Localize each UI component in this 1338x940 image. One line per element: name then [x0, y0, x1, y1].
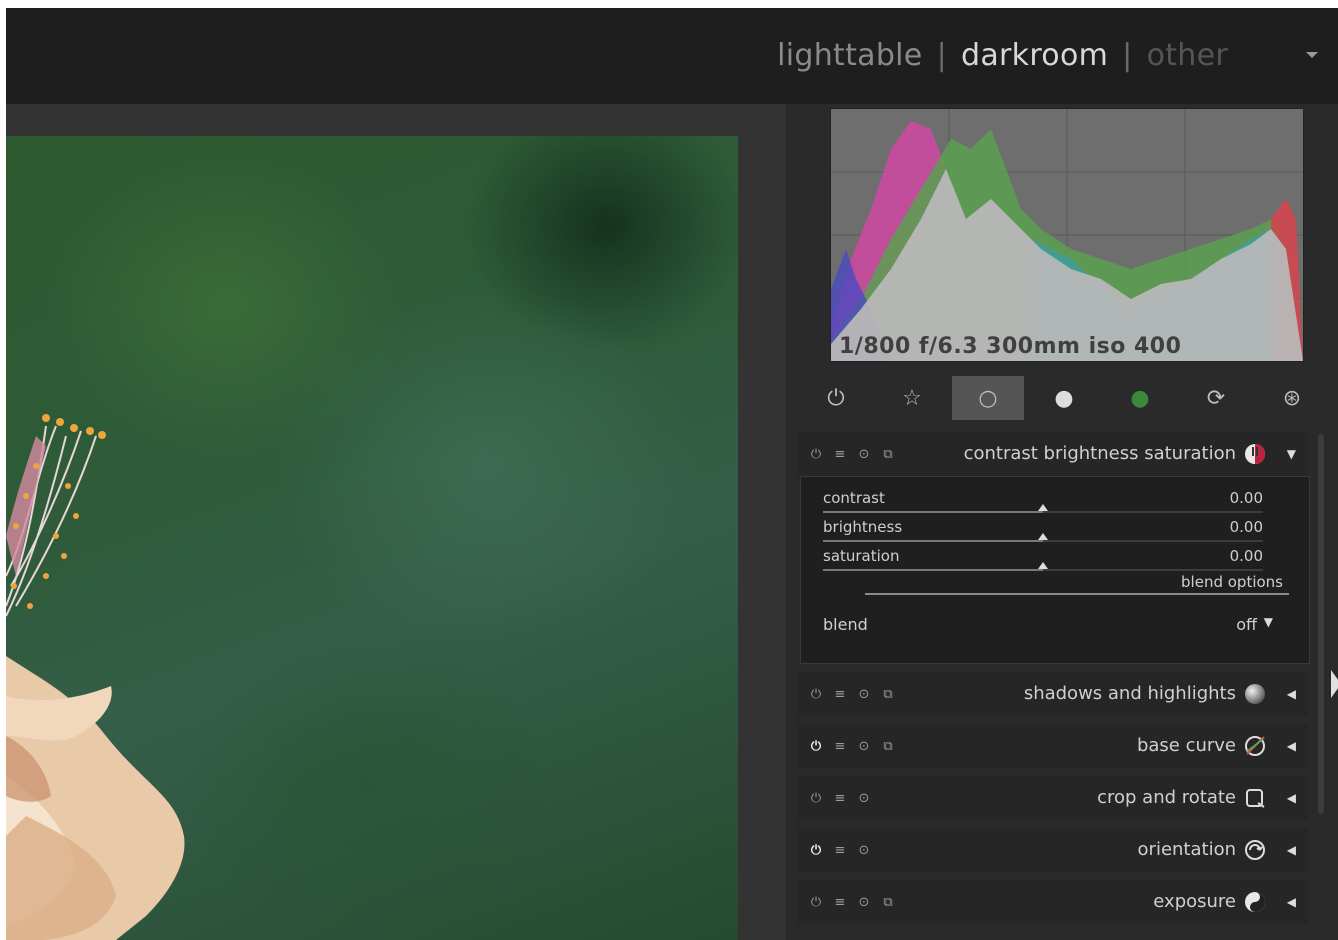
orientation-icon [1245, 840, 1265, 860]
blend-mode-select[interactable]: off [1236, 615, 1257, 634]
panel-collapse-arrow-icon[interactable] [1331, 670, 1338, 698]
module-presets-icon[interactable]: ≡ [828, 843, 852, 858]
module-power-icon[interactable]: ⏻ [804, 739, 828, 754]
module-reset-icon[interactable]: ⊙ [852, 843, 876, 858]
module-header-exposure[interactable]: ⏻ ≡ ⊙ ⧉ exposure ◀ [798, 880, 1308, 924]
module-power-icon[interactable]: ⏻ [804, 895, 828, 910]
module-header-orientation[interactable]: ⏻ ≡ ⊙ orientation ◀ [798, 828, 1308, 872]
module-multi-instance-icon[interactable]: ⧉ [876, 739, 900, 754]
views-dropdown-icon[interactable] [1306, 52, 1318, 58]
module-name: crop and rotate [1097, 787, 1236, 808]
view-switcher: lighttable | darkroom | other [777, 38, 1228, 73]
module-flags: ⏻ ≡ ⊙ ⧉ [804, 724, 900, 768]
module-reset-icon[interactable]: ⊙ [852, 687, 876, 702]
module-reset-icon[interactable]: ⊙ [852, 791, 876, 806]
expand-arrow-icon[interactable]: ◀ [1287, 880, 1296, 924]
view-lighttable[interactable]: lighttable [777, 38, 922, 73]
slider-fill [823, 569, 1043, 571]
slider-brightness[interactable]: brightness 0.00 [823, 516, 1263, 542]
view-separator: | [936, 38, 947, 73]
module-flags: ⏻ ≡ ⊙ [804, 828, 876, 872]
module-header-shadows-and-highlights[interactable]: ⏻ ≡ ⊙ ⧉ shadows and highlights ◀ [798, 672, 1308, 716]
blend-label: blend [823, 615, 868, 634]
expand-arrow-icon[interactable]: ◀ [1287, 672, 1296, 716]
slider-label: brightness [823, 518, 903, 536]
module-multi-instance-icon[interactable]: ⧉ [876, 447, 900, 462]
slider-value: 0.00 [1229, 489, 1263, 507]
module-flags: ⏻ ≡ ⊙ [804, 776, 876, 820]
slider-label: saturation [823, 547, 900, 565]
module-name: shadows and highlights [1023, 683, 1236, 704]
module-presets-icon[interactable]: ≡ [828, 447, 852, 462]
module-header-contrast-brightness-saturation[interactable]: ⏻ ≡ ⊙ ⧉ contrast brightness saturation ▼ [798, 432, 1308, 476]
shadows-highlights-icon [1245, 684, 1265, 704]
slider-label: contrast [823, 489, 885, 507]
module-power-icon[interactable]: ⏻ [804, 791, 828, 806]
center-view [6, 104, 786, 940]
expand-arrow-icon[interactable]: ◀ [1287, 776, 1296, 820]
module-name: base curve [1136, 735, 1236, 756]
blend-options-label: blend options [1181, 573, 1283, 591]
group-effects-aperture-icon[interactable]: ⊛ [1256, 376, 1328, 420]
exif-info: 1/800 f/6.3 300mm iso 400 [839, 334, 1182, 359]
module-reset-icon[interactable]: ⊙ [852, 895, 876, 910]
module-presets-icon[interactable]: ≡ [828, 895, 852, 910]
slider-saturation[interactable]: saturation 0.00 [823, 545, 1263, 571]
panel-scrollbar[interactable] [1318, 434, 1324, 814]
slider-fill [823, 540, 1043, 542]
slider-thumb-icon[interactable] [1038, 562, 1048, 569]
contrast-module-icon [1245, 444, 1265, 464]
group-tone-gray-ball-icon[interactable]: ● [1028, 376, 1100, 420]
image-canvas[interactable] [6, 136, 738, 940]
group-basic-circle-icon[interactable]: ○ [952, 376, 1024, 420]
module-multi-instance-icon[interactable]: ⧉ [876, 895, 900, 910]
right-panel: 1/800 f/6.3 300mm iso 400 ⏻ ☆ ○ ● ● ⟳ ⊛ … [786, 104, 1338, 940]
histogram[interactable]: 1/800 f/6.3 300mm iso 400 [830, 108, 1304, 362]
flower-image [6, 414, 185, 940]
exposure-icon [1245, 892, 1265, 912]
module-presets-icon[interactable]: ≡ [828, 739, 852, 754]
module-name: exposure [1153, 891, 1236, 912]
module-flags: ⏻ ≡ ⊙ ⧉ [804, 880, 900, 924]
histogram-graph [831, 109, 1303, 361]
module-groups: ⏻ ☆ ○ ● ● ⟳ ⊛ [800, 376, 1320, 420]
blend-dropdown-icon[interactable]: ▼ [1264, 615, 1273, 629]
slider-thumb-icon[interactable] [1038, 504, 1048, 511]
group-favorites-star-icon[interactable]: ☆ [876, 376, 948, 420]
top-bar: lighttable | darkroom | other [6, 8, 1338, 104]
module-presets-icon[interactable]: ≡ [828, 687, 852, 702]
view-other[interactable]: other [1147, 38, 1228, 73]
expand-arrow-icon[interactable]: ◀ [1287, 724, 1296, 768]
base-curve-icon [1245, 736, 1265, 756]
crop-icon [1246, 789, 1265, 808]
module-body-contrast-brightness-saturation: contrast 0.00 brightness 0.00 saturation… [800, 476, 1310, 664]
view-separator: | [1122, 38, 1133, 73]
group-color-ball-icon[interactable]: ● [1104, 376, 1176, 420]
module-flags: ⏻ ≡ ⊙ ⧉ [804, 432, 900, 476]
module-name: contrast brightness saturation [963, 443, 1236, 464]
expand-arrow-icon[interactable]: ◀ [1287, 828, 1296, 872]
slider-fill [823, 511, 1043, 513]
module-power-icon[interactable]: ⏻ [804, 687, 828, 702]
module-name: orientation [1137, 839, 1236, 860]
slider-thumb-icon[interactable] [1038, 533, 1048, 540]
module-header-base-curve[interactable]: ⏻ ≡ ⊙ ⧉ base curve ◀ [798, 724, 1308, 768]
group-active-power-icon[interactable]: ⏻ [800, 376, 872, 420]
view-darkroom[interactable]: darkroom [961, 38, 1108, 73]
module-power-icon[interactable]: ⏻ [804, 843, 828, 858]
module-multi-instance-icon[interactable]: ⧉ [876, 687, 900, 702]
slider-value: 0.00 [1229, 518, 1263, 536]
module-presets-icon[interactable]: ≡ [828, 791, 852, 806]
blend-options-divider [865, 593, 1289, 595]
module-flags: ⏻ ≡ ⊙ ⧉ [804, 672, 900, 716]
module-reset-icon[interactable]: ⊙ [852, 447, 876, 462]
module-power-icon[interactable]: ⏻ [804, 447, 828, 462]
group-correct-rotate-arrows-icon[interactable]: ⟳ [1180, 376, 1252, 420]
slider-value: 0.00 [1229, 547, 1263, 565]
darktable-window: lighttable | darkroom | other 1/800 f/6.… [6, 8, 1338, 940]
collapse-arrow-icon[interactable]: ▼ [1287, 432, 1296, 476]
slider-contrast[interactable]: contrast 0.00 [823, 487, 1263, 513]
module-header-crop-and-rotate[interactable]: ⏻ ≡ ⊙ crop and rotate ◀ [798, 776, 1308, 820]
module-reset-icon[interactable]: ⊙ [852, 739, 876, 754]
